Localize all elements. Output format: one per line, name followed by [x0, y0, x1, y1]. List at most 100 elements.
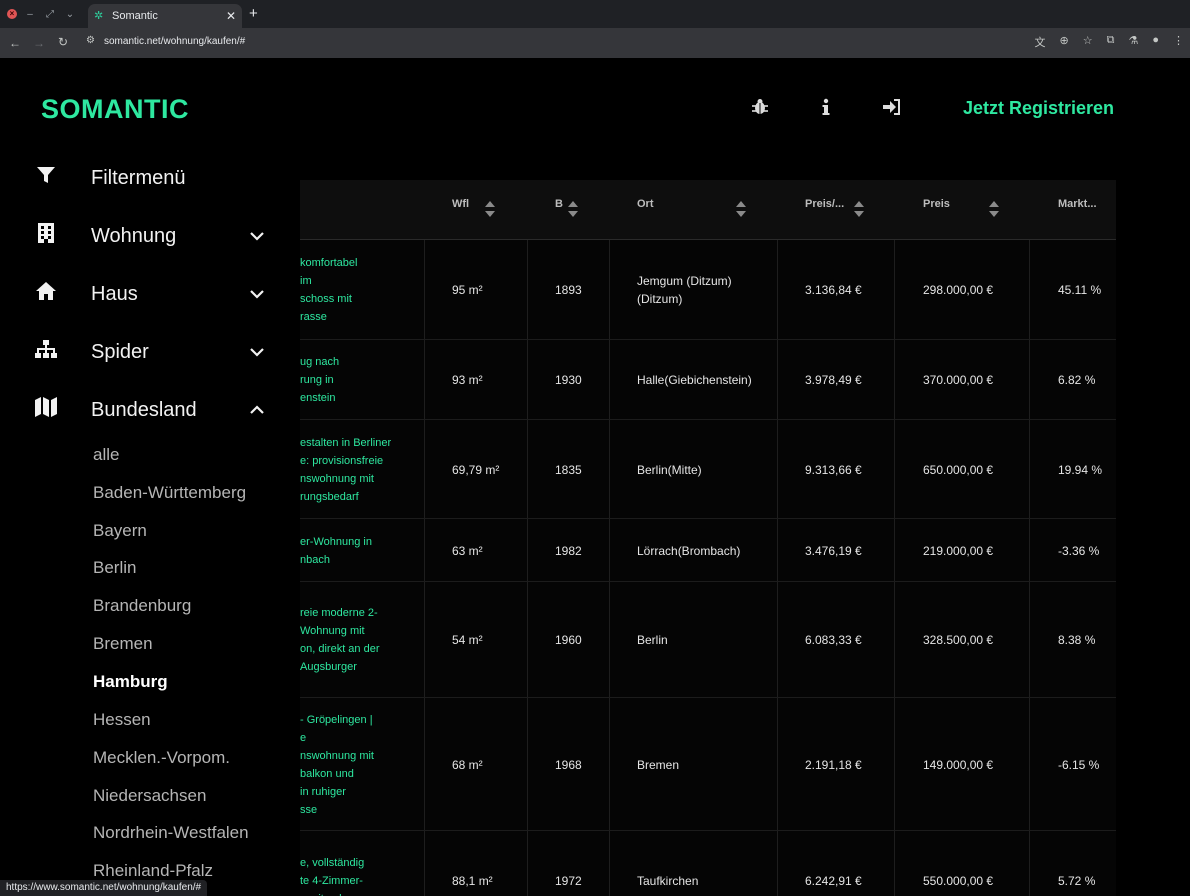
translate-icon[interactable]: 文	[1035, 34, 1046, 50]
state-option[interactable]: Nordrhein-Westfalen	[93, 823, 249, 843]
filter-menu-label: Filtermenü	[91, 166, 186, 189]
login-icon[interactable]	[882, 98, 902, 121]
sidebar-item-spider[interactable]: Spider	[0, 332, 290, 372]
listing-title-line: balkon und	[300, 768, 354, 780]
extensions-icon[interactable]: ⧉	[1107, 34, 1115, 50]
table-row[interactable]: - Gröpelingen | e nswohnung mit balkon und i…	[300, 698, 1116, 831]
sort-icon[interactable]	[988, 200, 1000, 218]
cell-markt: 8.38 %	[1058, 633, 1096, 647]
state-option[interactable]: Mecklen.-Vorpom.	[93, 748, 230, 768]
state-option[interactable]: Niedersachsen	[93, 786, 206, 806]
cell-baujahr: 1893	[555, 283, 582, 297]
cell-markt: -3.36 %	[1058, 544, 1100, 558]
table-header: Wfl B Ort Preis/... Preis Markt...	[300, 180, 1116, 240]
sidebar-item-wohnung[interactable]: Wohnung	[0, 216, 290, 256]
cell-preis-qm: 6.083,33 €	[805, 633, 862, 647]
state-option[interactable]: Baden-Württemberg	[93, 483, 246, 503]
state-option[interactable]: Bayern	[93, 521, 147, 541]
logo[interactable]: SOMANTIC	[41, 94, 189, 125]
listing-title-line: nswohnung mit	[300, 750, 374, 762]
listing-title-link[interactable]: e, vollständig te 4-Zimmer-g mit geh.	[300, 854, 420, 896]
cell-markt: 45.11 %	[1058, 283, 1102, 297]
listing-title-link[interactable]: estalten in Berliner e: provisionsfreie ns…	[300, 434, 420, 506]
sort-icon[interactable]	[853, 200, 865, 218]
bug-icon[interactable]	[751, 98, 769, 121]
cell-ort: Taufkirchen	[637, 872, 698, 890]
menu-icon[interactable]: ⋮	[1173, 34, 1184, 50]
cell-baujahr: 1982	[555, 544, 582, 558]
cell-preis: 149.000,00 €	[923, 758, 994, 772]
new-tab-button[interactable]: +	[249, 5, 258, 22]
zoom-icon[interactable]: ⊕	[1060, 34, 1069, 50]
bookmark-star-icon[interactable]: ☆	[1083, 34, 1093, 50]
browser-tab[interactable]: ✲ Somantic ✕	[88, 4, 242, 28]
state-option[interactable]: Brandenburg	[93, 596, 191, 616]
listing-title-link[interactable]: reie moderne 2- Wohnung mit on, direkt an …	[300, 604, 420, 676]
sort-icon[interactable]	[567, 200, 579, 218]
profile-icon[interactable]: ●	[1152, 34, 1159, 50]
favicon-icon: ✲	[94, 10, 104, 22]
back-icon[interactable]: ←	[3, 36, 27, 50]
cell-wfl: 93 m²	[452, 373, 483, 387]
table-row[interactable]: ug nach rung in enstein 93 m² 1930 3.978,49 €…	[300, 340, 1116, 420]
cell-ort-line: Berlin(Mitte)	[637, 463, 702, 477]
cell-ort-line: Bremen	[637, 758, 680, 772]
info-icon[interactable]	[821, 98, 831, 121]
state-option[interactable]: Rheinland-Pfalz	[93, 861, 213, 881]
cell-baujahr: 1972	[555, 874, 582, 888]
table-row[interactable]: er-Wohnung in nbach 63 m² 1982 3.476,19 € 219…	[300, 519, 1116, 582]
cell-preis: 550.000,00 €	[923, 874, 994, 888]
register-link[interactable]: Jetzt Registrieren	[963, 98, 1114, 119]
listing-title-link[interactable]: - Gröpelingen | e nswohnung mit balkon und i…	[300, 711, 420, 819]
window-minimize-button[interactable]: –	[23, 9, 37, 20]
cell-ort-line: Taufkirchen	[637, 874, 699, 888]
sort-icon[interactable]	[484, 200, 496, 218]
browser-tab-strip: × – ⤢ ⌄ ✲ Somantic ✕ +	[0, 0, 1190, 28]
address-bar[interactable]: somantic.net/wohnung/kaufen/#	[104, 36, 245, 47]
column-header-b[interactable]: B	[555, 198, 563, 210]
window-maximize-button[interactable]: ⤢	[43, 9, 57, 20]
column-header-ort[interactable]: Ort	[637, 198, 654, 210]
table-row[interactable]: estalten in Berliner e: provisionsfreie ns…	[300, 420, 1116, 519]
sitemap-icon	[34, 339, 58, 365]
tab-list-button[interactable]: ⌄	[63, 9, 77, 20]
sidebar-item-haus[interactable]: Haus	[0, 274, 290, 314]
forward-icon[interactable]: →	[27, 36, 51, 50]
listing-title-link[interactable]: ug nach rung in enstein	[300, 353, 420, 407]
filter-menu-header[interactable]: Filtermenü	[0, 158, 290, 198]
state-option[interactable]: Berlin	[93, 558, 136, 578]
reload-icon[interactable]: ↻	[51, 35, 75, 49]
listing-title-line: nswohnung mit	[300, 473, 374, 485]
cell-ort: Berlin	[637, 631, 668, 649]
column-header-preis[interactable]: Preis	[923, 198, 950, 210]
sidebar-item-bundesland[interactable]: Bundesland	[0, 390, 290, 430]
chevron-down-icon	[250, 232, 264, 241]
window-close-button[interactable]: ×	[7, 9, 17, 19]
listing-title-line: sse	[300, 804, 318, 816]
column-header-wfl[interactable]: Wfl	[452, 198, 469, 210]
column-header-preis-qm[interactable]: Preis/...	[805, 198, 844, 210]
table-row[interactable]: e, vollständig te 4-Zimmer-g mit geh. 88,1…	[300, 831, 1116, 896]
state-option[interactable]: Hessen	[93, 710, 151, 730]
listing-title-link[interactable]: er-Wohnung in nbach	[300, 533, 420, 569]
cell-ort-line: Jemgum (Ditzum)	[637, 274, 732, 288]
sort-icon[interactable]	[735, 200, 747, 218]
state-option[interactable]: Bremen	[93, 634, 153, 654]
state-option-active[interactable]: Hamburg	[93, 672, 168, 692]
listing-title-line: komfortabel	[300, 257, 358, 269]
cell-markt: -6.15 %	[1058, 758, 1100, 772]
table-row[interactable]: reie moderne 2- Wohnung mit on, direkt an …	[300, 582, 1116, 698]
state-option[interactable]: alle	[93, 445, 119, 465]
tab-close-icon[interactable]: ✕	[226, 9, 236, 23]
listing-title-line: in ruhiger	[300, 786, 346, 798]
toolbar-actions: 文 ⊕ ☆ ⧉ ⚗ ● ⋮	[1035, 34, 1184, 50]
cell-preis-qm: 3.978,49 €	[805, 373, 862, 387]
listing-title-line: er-Wohnung in	[300, 536, 372, 548]
table-row[interactable]: komfortabel im schoss mit rasse 95 m² 1893 3.1…	[300, 240, 1116, 340]
site-info-icon[interactable]: ⚙	[86, 35, 95, 46]
column-header-markt[interactable]: Markt...	[1058, 198, 1097, 210]
sidebar-item-label: Wohnung	[91, 224, 177, 247]
listing-title-line: nbach	[300, 554, 330, 566]
labs-icon[interactable]: ⚗	[1128, 34, 1138, 50]
listing-title-link[interactable]: komfortabel im schoss mit rasse	[300, 254, 420, 326]
